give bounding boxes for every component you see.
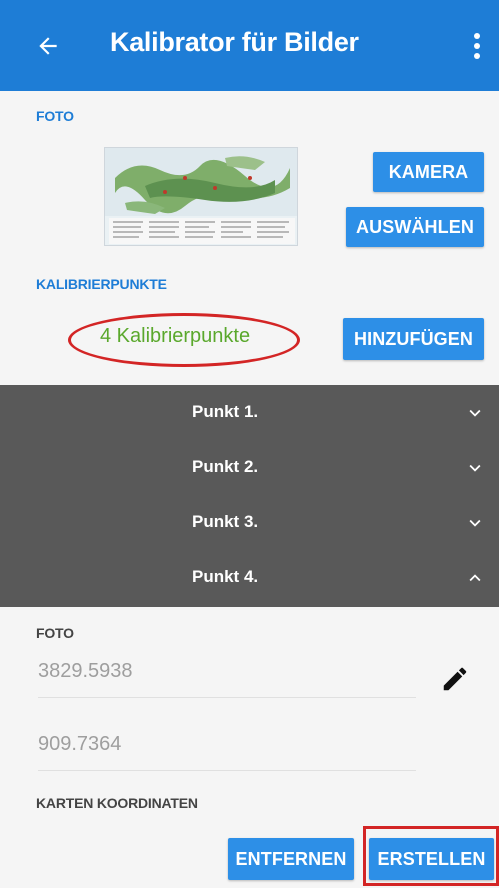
photo-thumbnail[interactable]: [104, 147, 298, 246]
point-row-1[interactable]: Punkt 1.: [0, 385, 499, 441]
chevron-down-icon: [469, 409, 481, 417]
point-label: Punkt 1.: [192, 402, 259, 421]
field-underline: [38, 697, 416, 698]
chevron-up-icon: [469, 574, 481, 582]
more-vert-icon[interactable]: [462, 26, 492, 66]
pencil-icon[interactable]: [440, 664, 470, 694]
app-bar: Kalibrator für Bilder: [0, 0, 499, 91]
calibration-section-label: KALIBRIERPUNKTE: [36, 276, 167, 292]
photo-section-label: FOTO: [36, 108, 74, 124]
point-row-3[interactable]: Punkt 3.: [0, 495, 499, 551]
chevron-down-icon: [469, 464, 481, 472]
field-underline: [38, 770, 416, 771]
point-photo-label: FOTO: [36, 625, 74, 641]
point-label: Punkt 2.: [192, 457, 259, 476]
point-label: Punkt 4.: [192, 567, 259, 586]
map-coords-label: KARTEN KOORDINATEN: [36, 795, 198, 811]
highlight-rectangle: [363, 826, 499, 886]
points-accordion: Punkt 1. Punkt 2. Punkt 3. Punkt 4.: [0, 385, 499, 607]
remove-button[interactable]: ENTFERNEN: [228, 838, 354, 880]
calibration-count: 4 Kalibrierpunkte: [100, 325, 251, 347]
chevron-down-icon: [469, 519, 481, 527]
point-label: Punkt 3.: [192, 512, 259, 531]
photo-x-field[interactable]: 3829.5938: [38, 660, 133, 683]
add-point-button[interactable]: HINZUFÜGEN: [343, 318, 484, 360]
photo-y-field[interactable]: 909.7364: [38, 733, 121, 756]
point-row-4[interactable]: Punkt 4.: [0, 550, 499, 606]
page-title: Kalibrator für Bilder: [110, 27, 359, 57]
camera-button[interactable]: KAMERA: [373, 152, 484, 192]
arrow-back-icon[interactable]: [28, 26, 68, 66]
select-button[interactable]: AUSWÄHLEN: [346, 207, 484, 247]
point-row-2[interactable]: Punkt 2.: [0, 440, 499, 496]
